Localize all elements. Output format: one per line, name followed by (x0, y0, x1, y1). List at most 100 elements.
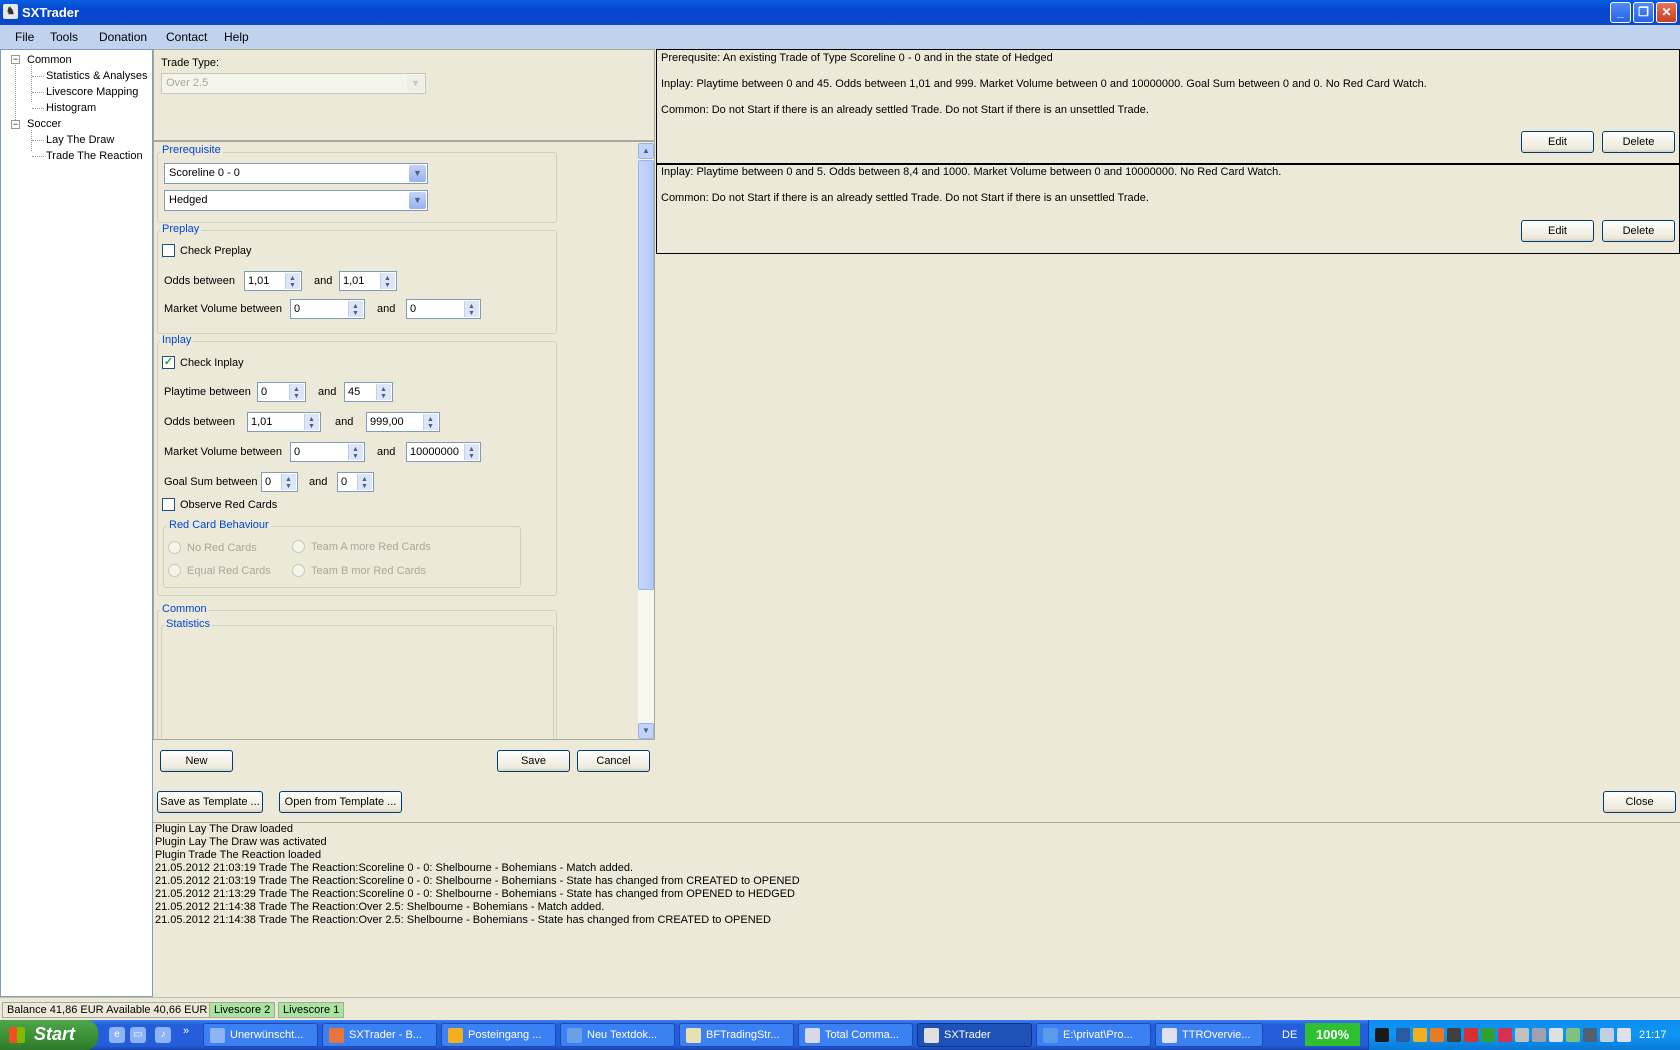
log-line: Plugin Trade The Reaction loaded (155, 849, 322, 861)
tray-app-icon[interactable] (1600, 1028, 1614, 1042)
taskbar-item[interactable]: Total Comma... (798, 1023, 913, 1047)
tree-node-common[interactable]: Common (27, 54, 72, 66)
tray-app-icon[interactable] (1617, 1028, 1631, 1042)
spin-arrows-icon[interactable]: ▲ ▼ (423, 414, 438, 430)
menu-tools[interactable]: Tools (50, 30, 78, 44)
open-from-template-button[interactable]: Open from Template ... (279, 791, 402, 813)
check-inplay-checkbox[interactable]: ✓ (162, 356, 175, 369)
inplay-volume-to-input[interactable]: 10000000 ▲ ▼ (406, 442, 481, 462)
taskbar-item[interactable]: BFTradingStr... (679, 1023, 794, 1047)
tray-app-icon[interactable] (1375, 1028, 1389, 1042)
tray-app-icon[interactable] (1566, 1028, 1580, 1042)
edit-button[interactable]: Edit (1521, 220, 1594, 242)
spin-arrows-icon[interactable]: ▲ ▼ (464, 301, 479, 317)
goal-sum-from-input[interactable]: 0 ▲ ▼ (261, 472, 298, 492)
taskbar-item[interactable]: Neu Textdok... (560, 1023, 675, 1047)
taskbar-item[interactable]: Posteingang ... (441, 1023, 556, 1047)
delete-button[interactable]: Delete (1602, 220, 1675, 242)
spin-arrows-icon[interactable]: ▲ ▼ (285, 273, 300, 289)
team-b-more-red-cards-radio[interactable] (292, 564, 305, 577)
spin-arrows-icon[interactable]: ▲ ▼ (281, 474, 296, 490)
no-red-cards-radio[interactable] (168, 541, 181, 554)
new-button[interactable]: New (160, 750, 233, 772)
collapse-common-icon[interactable]: − (11, 55, 20, 64)
tree-item-lay-the-draw[interactable]: Lay The Draw (46, 134, 114, 146)
tray-app-icon[interactable] (1396, 1028, 1410, 1042)
tray-app-icon[interactable] (1498, 1028, 1512, 1042)
taskbar-item[interactable]: SXTrader - B... (322, 1023, 437, 1047)
playtime-to-input[interactable]: 45 ▲ ▼ (344, 382, 393, 402)
media-quicklaunch-icon[interactable]: ♪ (155, 1027, 171, 1043)
close-window-button[interactable]: ✕ (1656, 2, 1677, 23)
tree-item-trade-the-reaction[interactable]: Trade The Reaction (46, 150, 143, 162)
spin-arrows-icon[interactable]: ▲ ▼ (304, 414, 319, 430)
prerequisite-state-select[interactable]: Hedged ▼ (164, 190, 428, 211)
tray-app-icon[interactable] (1430, 1028, 1444, 1042)
goal-sum-to-input[interactable]: 0 ▲ ▼ (337, 472, 374, 492)
save-button[interactable]: Save (497, 750, 570, 772)
scrollbar-thumb[interactable] (638, 160, 654, 590)
check-preplay-checkbox[interactable] (162, 244, 175, 257)
scroll-down-icon[interactable]: ▼ (638, 723, 654, 739)
menu-donation[interactable]: Donation (99, 30, 147, 44)
form-scrollbar[interactable]: ▲ ▼ (638, 143, 654, 739)
clock[interactable]: 21:17 (1639, 1029, 1667, 1041)
spin-arrows-icon[interactable]: ▲ ▼ (348, 444, 363, 460)
cancel-button[interactable]: Cancel (577, 750, 650, 772)
taskbar-item[interactable]: TTROvervie... (1155, 1023, 1263, 1047)
tree-item-statistics[interactable]: Statistics & Analyses (46, 70, 148, 82)
taskbar-item[interactable]: E:\privat\Pro... (1036, 1023, 1151, 1047)
scroll-up-icon[interactable]: ▲ (638, 143, 654, 159)
tray-app-icon[interactable] (1549, 1028, 1563, 1042)
inplay-volume-from-input[interactable]: 0 ▲ ▼ (290, 442, 365, 462)
observe-red-cards-checkbox[interactable] (162, 498, 175, 511)
tray-app-icon[interactable] (1481, 1028, 1495, 1042)
close-button[interactable]: Close (1603, 791, 1676, 813)
spin-arrows-icon[interactable]: ▲ ▼ (348, 301, 363, 317)
menu-help[interactable]: Help (224, 30, 249, 44)
menu-contact[interactable]: Contact (166, 30, 207, 44)
total-commander-icon (805, 1028, 820, 1043)
spin-arrows-icon[interactable]: ▲ ▼ (357, 474, 372, 490)
document-icon (686, 1028, 701, 1043)
playtime-from-input[interactable]: 0 ▲ ▼ (257, 382, 306, 402)
taskbar-item-active[interactable]: SXTrader (917, 1023, 1032, 1047)
preplay-volume-from-input[interactable]: 0 ▲ ▼ (290, 299, 365, 319)
restore-button[interactable]: ❐ (1633, 2, 1654, 23)
minimize-button[interactable]: _ (1610, 2, 1631, 23)
spin-arrows-icon[interactable]: ▲ ▼ (289, 384, 304, 400)
quicklaunch-expand-icon[interactable]: » (183, 1025, 189, 1037)
start-button[interactable]: Start (0, 1020, 98, 1050)
taskbar-item[interactable]: Unerwünscht... (203, 1023, 318, 1047)
spin-arrows-icon[interactable]: ▲ ▼ (376, 384, 391, 400)
edit-button[interactable]: Edit (1521, 131, 1594, 153)
tray-app-icon[interactable] (1515, 1028, 1529, 1042)
spin-arrows-icon[interactable]: ▲ ▼ (380, 273, 395, 289)
team-a-more-red-cards-radio[interactable] (292, 540, 305, 553)
spin-arrows-icon[interactable]: ▲ ▼ (464, 444, 479, 460)
tray-app-icon[interactable] (1447, 1028, 1461, 1042)
equal-red-cards-radio[interactable] (168, 564, 181, 577)
tray-app-icon[interactable] (1532, 1028, 1546, 1042)
trade-card[interactable]: Prerequsite: An existing Trade of Type S… (656, 49, 1680, 164)
inplay-odds-to-input[interactable]: 999,00 ▲ ▼ (366, 412, 440, 432)
prerequisite-type-select[interactable]: Scoreline 0 - 0 ▼ (164, 163, 428, 184)
trade-card[interactable]: Inplay: Playtime between 0 and 5. Odds b… (656, 164, 1680, 254)
collapse-soccer-icon[interactable]: − (11, 120, 20, 129)
tree-item-histogram[interactable]: Histogram (46, 102, 96, 114)
tray-app-icon[interactable] (1583, 1028, 1597, 1042)
tray-app-icon[interactable] (1413, 1028, 1427, 1042)
language-indicator[interactable]: DE (1282, 1029, 1297, 1041)
save-as-template-button[interactable]: Save as Template ... (157, 791, 263, 813)
delete-button[interactable]: Delete (1602, 131, 1675, 153)
tray-app-icon[interactable] (1464, 1028, 1478, 1042)
ie-quicklaunch-icon[interactable]: e (109, 1027, 125, 1043)
menu-file[interactable]: File (15, 30, 34, 44)
preplay-volume-to-input[interactable]: 0 ▲ ▼ (406, 299, 481, 319)
preplay-odds-to-input[interactable]: 1,01 ▲ ▼ (339, 271, 397, 291)
tree-node-soccer[interactable]: Soccer (27, 118, 61, 130)
inplay-odds-from-input[interactable]: 1,01 ▲ ▼ (247, 412, 321, 432)
tree-item-livescore-mapping[interactable]: Livescore Mapping (46, 86, 138, 98)
preplay-odds-from-input[interactable]: 1,01 ▲ ▼ (244, 271, 302, 291)
desktop-quicklaunch-icon[interactable]: ▭ (130, 1027, 146, 1043)
